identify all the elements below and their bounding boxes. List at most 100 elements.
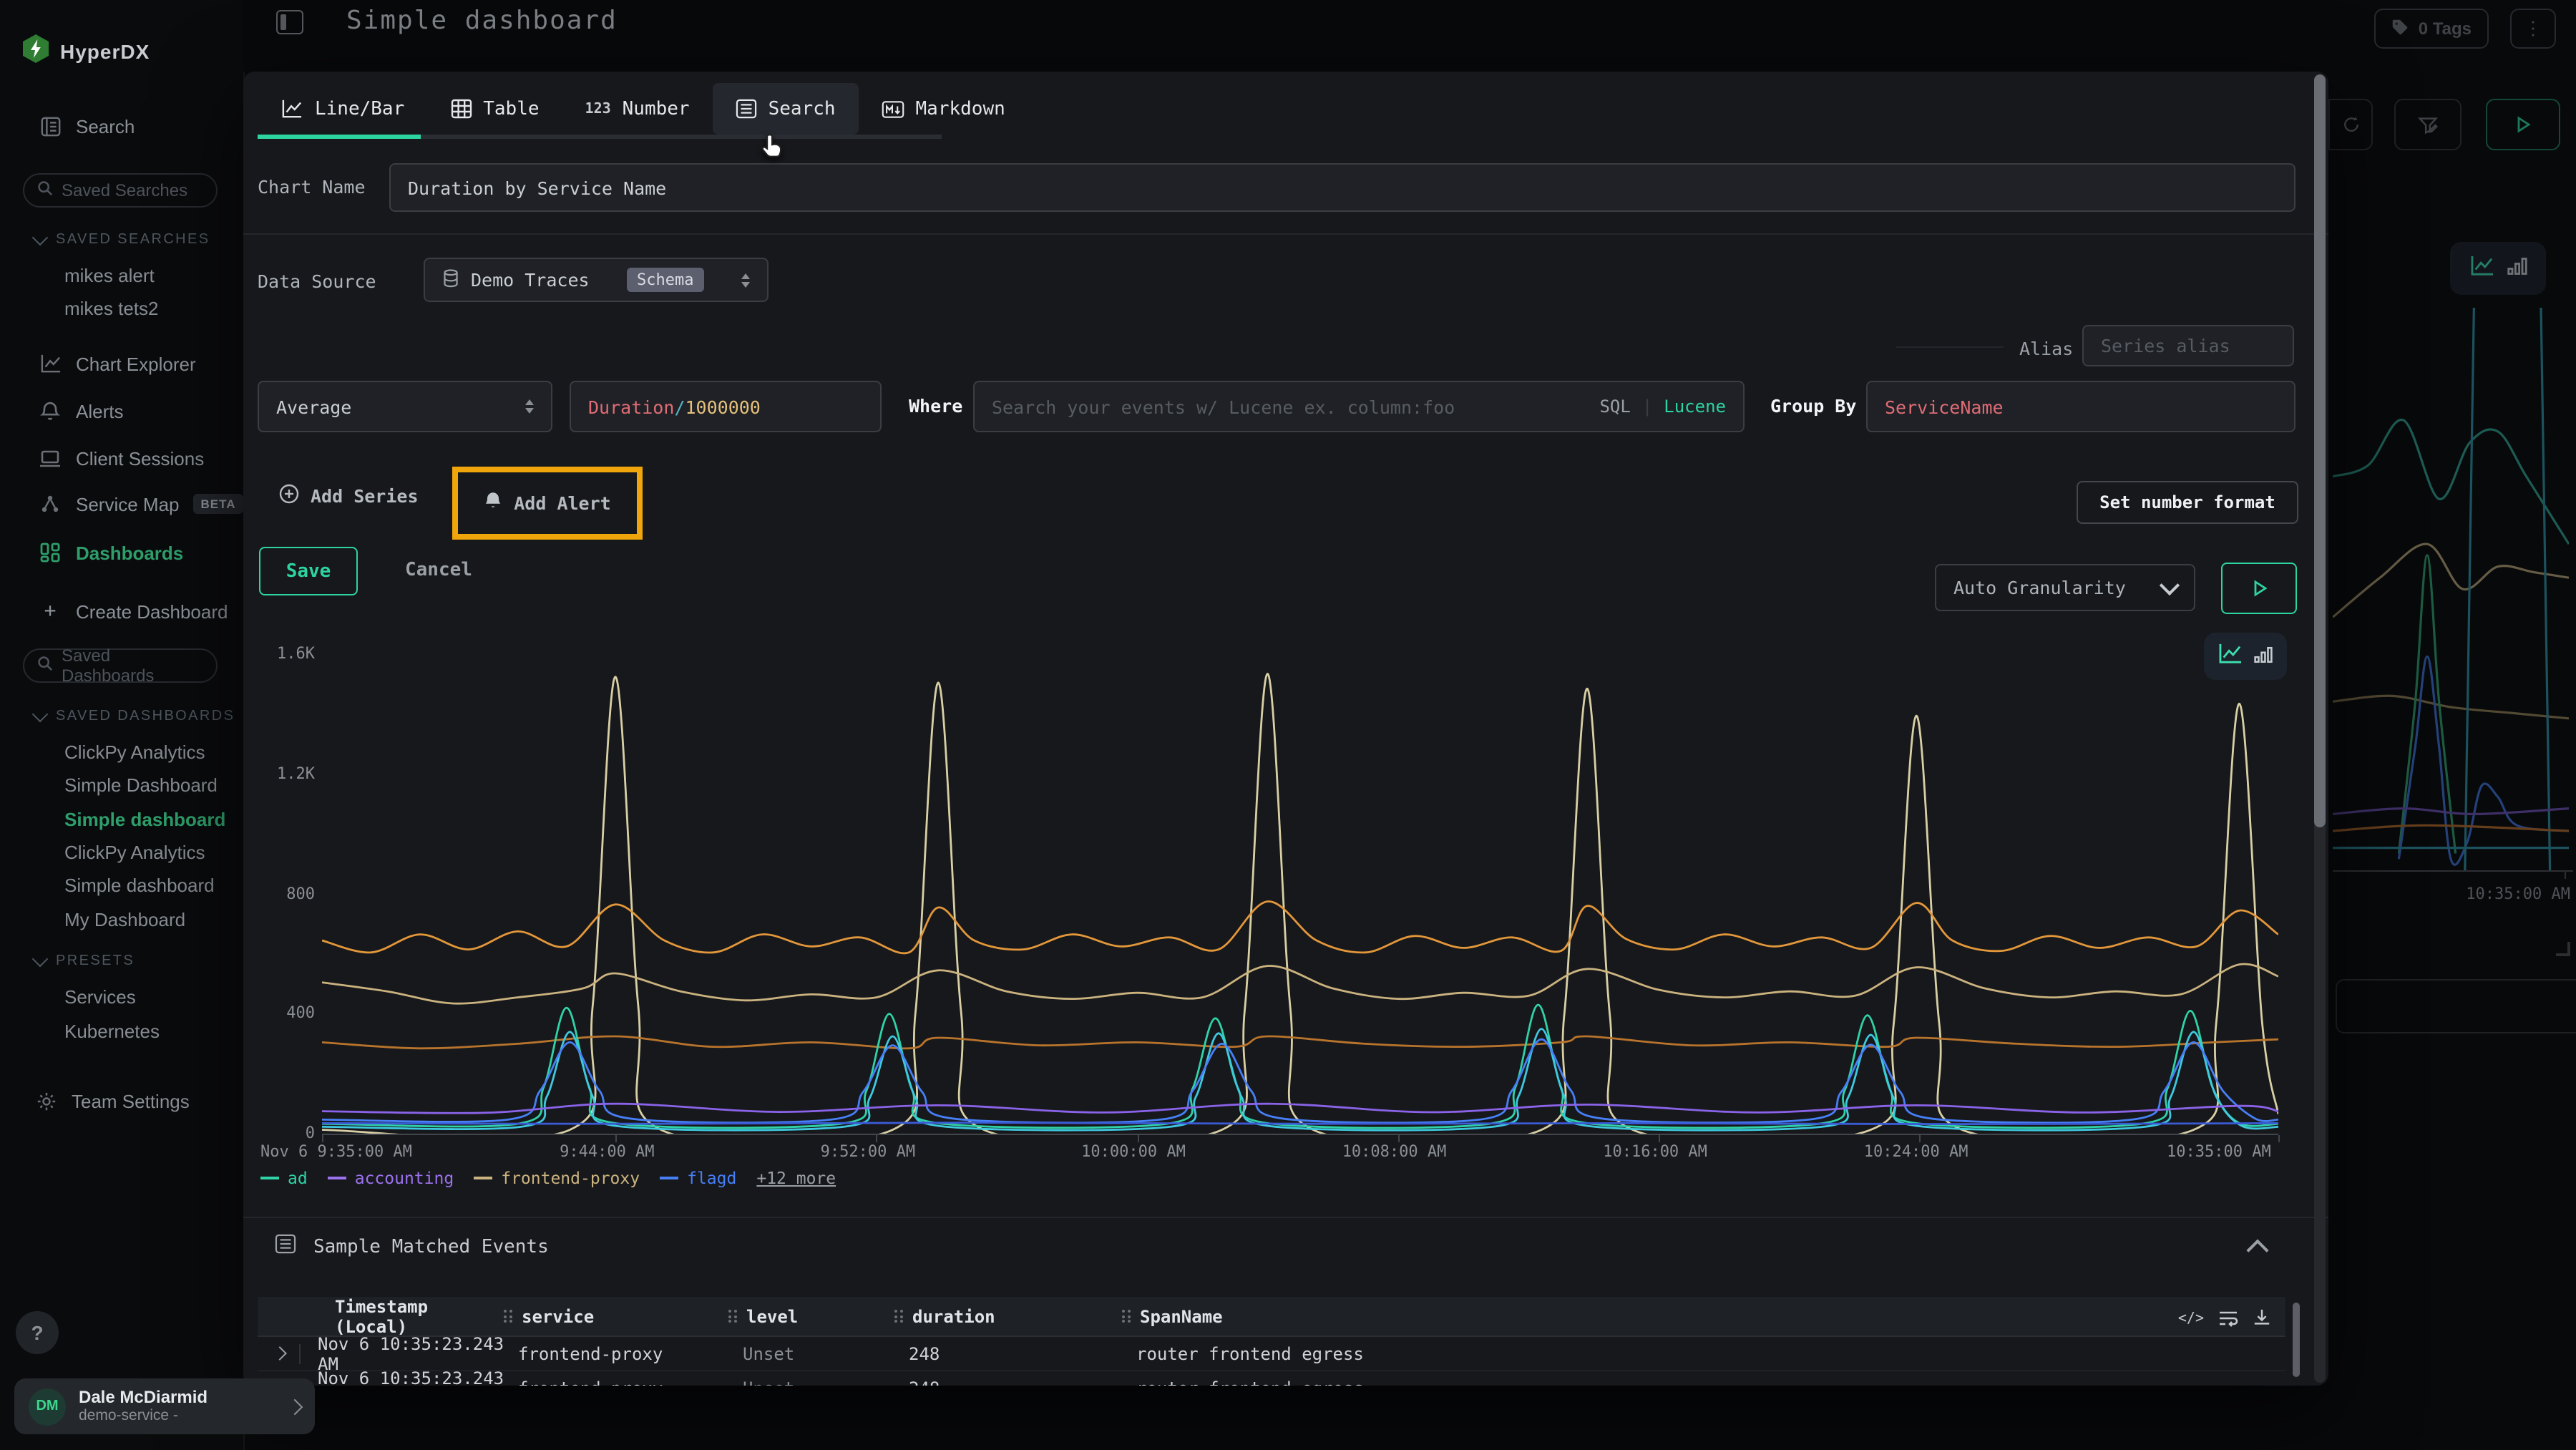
tab-line-bar[interactable]: Line/Bar [258, 83, 427, 135]
aggregation-select[interactable]: Average [258, 381, 552, 432]
cell-duration: 248 [909, 1343, 1136, 1363]
duration-chart [322, 644, 2278, 1135]
sample-matched-events-header[interactable]: Sample Matched Events [275, 1234, 549, 1260]
series-flagd [322, 1039, 2278, 1123]
cancel-button[interactable]: Cancel [405, 560, 472, 581]
magnifier-icon [37, 656, 53, 676]
expression-input[interactable]: Duration/1000000 [570, 381, 882, 432]
query-language-toggle[interactable]: SQL | Lucene [1599, 396, 1726, 417]
series-divider [1896, 346, 2004, 348]
active-tab-underline [258, 135, 421, 139]
sidebar-toggle-icon[interactable] [276, 10, 303, 34]
where-search-input[interactable]: Search your events w/ Lucene ex. column:… [973, 381, 1745, 432]
legend-item-frontend-proxy[interactable]: frontend-proxy [474, 1168, 640, 1188]
group-by-input[interactable]: ServiceName [1866, 381, 2296, 432]
legend-swatch [260, 1177, 279, 1179]
modal-scrollbar-thumb[interactable] [2314, 74, 2326, 827]
expand-row-icon[interactable] [273, 1346, 287, 1361]
panel-resize-handle[interactable] [2556, 942, 2570, 956]
saved-dashboard-item[interactable]: ClickPy Analytics [64, 741, 205, 763]
sidebar-item-dashboards[interactable]: Dashboards [39, 541, 183, 564]
saved-dashboard-item[interactable]: Simple dashboard [64, 875, 215, 896]
team-settings-button[interactable]: Team Settings [34, 1089, 190, 1112]
events-scrollbar[interactable] [2293, 1303, 2300, 1377]
legend-item-flagd[interactable]: flagd [660, 1168, 736, 1188]
background-chart-type-toggle[interactable] [2450, 242, 2546, 295]
sidebar-item-search[interactable]: Search [39, 115, 135, 137]
add-alert-button[interactable]: Add Alert [484, 491, 610, 515]
sidebar-item-client-sessions[interactable]: Client Sessions [39, 447, 204, 469]
column-label: level [746, 1306, 798, 1326]
sidebar-item-label: Dashboards [76, 542, 183, 563]
help-button[interactable]: ? [16, 1311, 59, 1354]
save-button[interactable]: Save [259, 547, 358, 595]
column-header-level[interactable]: level [726, 1306, 892, 1326]
saved-search-item[interactable]: mikes alert [64, 265, 155, 286]
column-label: Timestamp (Local) [335, 1296, 501, 1336]
lucene-toggle[interactable]: Lucene [1664, 396, 1726, 417]
chart-name-input[interactable]: Duration by Service Name [389, 163, 2296, 212]
column-header-service[interactable]: service [501, 1306, 726, 1326]
chevron-down-icon [32, 706, 49, 723]
tab-search[interactable]: Search [713, 83, 859, 135]
preset-item[interactable]: Kubernetes [64, 1020, 160, 1041]
plus-circle-icon [279, 484, 299, 508]
tags-button[interactable]: 0 Tags [2374, 9, 2489, 49]
saved-search-item[interactable]: mikes tets2 [64, 298, 159, 319]
tab-number[interactable]: 123Number [562, 83, 713, 135]
data-source-select[interactable]: Demo Traces Schema [424, 258, 769, 302]
sidebar-item-chart-explorer[interactable]: Chart Explorer [39, 352, 196, 375]
saved-dashboard-item[interactable]: My Dashboard [64, 908, 185, 930]
saved-searches-input[interactable]: Saved Searches [23, 173, 218, 208]
saved-searches-caption[interactable]: SAVED SEARCHES [34, 232, 210, 248]
preset-item[interactable]: Services [64, 986, 136, 1008]
x-tick-label: 10:00:00 AM [1081, 1142, 1186, 1161]
legend-more-link[interactable]: +12 more [756, 1168, 836, 1188]
collapse-events-icon[interactable] [2246, 1239, 2268, 1261]
event-row[interactable]: Nov 6 10:35:23.243 AMfrontend-proxyUnset… [258, 1337, 2285, 1371]
column-header-spanname[interactable]: SpanName [1119, 1306, 2285, 1326]
x-tick-label: 10:08:00 AM [1342, 1142, 1447, 1161]
create-dashboard-button[interactable]: + Create Dashboard [39, 600, 228, 623]
sidebar-item-alerts[interactable]: Alerts [39, 399, 123, 422]
filter-button[interactable] [2394, 99, 2462, 150]
add-series-button[interactable]: Add Series [279, 484, 419, 508]
logo[interactable]: HyperDX [23, 34, 150, 69]
download-icon[interactable] [2253, 1305, 2271, 1333]
event-row[interactable]: Nov 6 10:35:23.243 AMfrontend-proxyUnset… [258, 1371, 2285, 1386]
hyperdx-app: HyperDX Search Saved Searches SAVED SEAR… [0, 0, 2576, 1450]
column-header-duration[interactable]: duration [892, 1306, 1119, 1326]
series-frontend-proxy [322, 964, 2278, 1003]
cell-duration: 248 [909, 1378, 1136, 1386]
saved-dashboard-item[interactable]: Simple dashboard [64, 808, 225, 829]
presets-caption[interactable]: PRESETS [34, 953, 135, 969]
line-tab-icon [280, 99, 303, 119]
saved-dashboard-item[interactable]: Simple Dashboard [64, 775, 218, 797]
wrap-lines-icon[interactable] [2218, 1305, 2238, 1333]
alias-input[interactable]: Series alias [2082, 325, 2294, 366]
tab-table[interactable]: Table [427, 83, 562, 135]
granularity-select[interactable]: Auto Granularity [1935, 564, 2195, 611]
cell-timestamp: Nov 6 10:35:23.243 AM [318, 1368, 518, 1386]
saved-dashboards-caption[interactable]: SAVED DASHBOARDS [34, 709, 235, 724]
refresh-button[interactable] [2328, 99, 2373, 150]
x-axis [322, 1134, 2278, 1135]
saved-dashboard-item[interactable]: ClickPy Analytics [64, 842, 205, 863]
saved-dashboards-input[interactable]: Saved Dashboards [23, 648, 218, 683]
sql-toggle[interactable]: SQL [1599, 396, 1630, 417]
user-card[interactable]: DM Dale McDiarmid demo-service - [14, 1378, 315, 1434]
x-tick-label: 10:35:00 AM [2167, 1142, 2271, 1161]
legend-item-ad[interactable]: ad [260, 1168, 308, 1188]
kebab-menu-button[interactable]: ⋮ [2510, 9, 2556, 49]
legend-label: accounting [355, 1168, 454, 1188]
tab-markdown[interactable]: Markdown [859, 83, 1028, 135]
bg-series [2333, 419, 2569, 544]
code-icon[interactable]: </> [2178, 1311, 2204, 1327]
column-header-timestamp-local-[interactable]: Timestamp (Local) [258, 1296, 501, 1336]
run-chart-button[interactable] [2221, 563, 2297, 614]
sidebar-item-label: Chart Explorer [76, 353, 196, 374]
legend-item-accounting[interactable]: accounting [328, 1168, 454, 1188]
run-query-button[interactable] [2486, 99, 2560, 150]
set-number-format-button[interactable]: Set number format [2077, 481, 2298, 524]
sidebar-item-service-map[interactable]: Service MapBETA [39, 492, 243, 515]
